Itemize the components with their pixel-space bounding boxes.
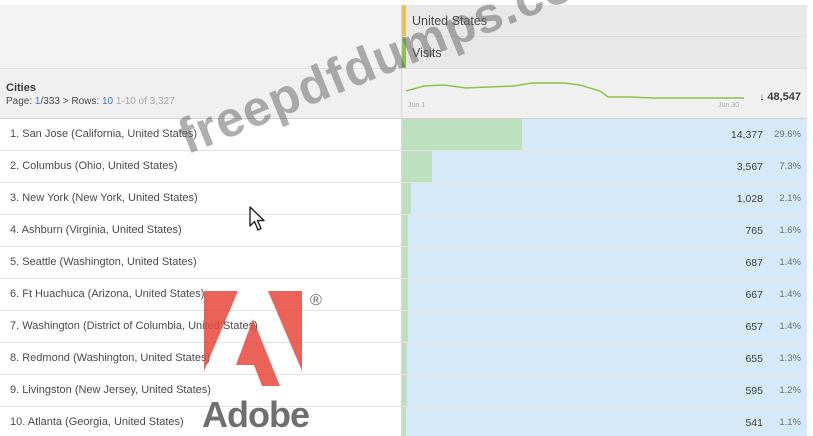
metric-bar bbox=[402, 343, 408, 374]
row-dimension-label[interactable]: 9. Livingston (New Jersey, United States… bbox=[10, 384, 211, 396]
page-prefix: Page: bbox=[6, 96, 33, 107]
dimension-title[interactable]: Cities bbox=[6, 82, 36, 94]
table-row[interactable]: 4. Ashburn (Virginia, United States) 765 1… bbox=[0, 215, 807, 247]
table-row[interactable]: 3. New York (New York, United States) 1,0… bbox=[0, 183, 807, 215]
metric-cell[interactable]: 667 1.4% bbox=[402, 279, 807, 310]
adobe-logo-text: Adobe bbox=[202, 394, 310, 435]
metric-value: 595 bbox=[745, 385, 763, 397]
metric-cell[interactable]: 14,377 29.6% bbox=[402, 119, 807, 150]
visits-sparkline bbox=[405, 82, 744, 99]
row-dimension-label[interactable]: 8. Redmond (Washington, United States) bbox=[10, 352, 210, 364]
row-dimension-label[interactable]: 10. Atlanta (Georgia, United States) bbox=[10, 416, 184, 428]
table-row[interactable]: 5. Seattle (Washington, United States) 68… bbox=[0, 247, 807, 279]
metric-value: 657 bbox=[745, 321, 763, 333]
total-value: 48,547 bbox=[767, 91, 801, 103]
table-row[interactable]: 9. Livingston (New Jersey, United States… bbox=[0, 375, 807, 407]
metric-bar bbox=[402, 375, 407, 406]
metric-value: 1,028 bbox=[736, 193, 763, 205]
metric-percent: 1.2% bbox=[779, 385, 801, 396]
row-dimension-label[interactable]: 3. New York (New York, United States) bbox=[10, 192, 198, 204]
metric-cell[interactable]: 765 1.6% bbox=[402, 215, 807, 246]
sparkline-start-label: Jun 1 bbox=[408, 102, 426, 109]
next-page-arrow[interactable]: > bbox=[63, 96, 69, 107]
metric-cell[interactable]: 687 1.4% bbox=[402, 247, 807, 278]
metric-bar bbox=[402, 119, 522, 150]
metric-percent: 29.6% bbox=[774, 129, 801, 140]
sparkline-end-label: Jun 30 bbox=[718, 102, 740, 109]
table-row[interactable]: 10. Atlanta (Georgia, United States) 541 1… bbox=[0, 407, 807, 436]
page-total: /333 bbox=[40, 96, 60, 107]
metric-cell[interactable]: 595 1.2% bbox=[402, 375, 807, 406]
pagination: Page: 1/333 > Rows: 10 1-10 of 3,327 bbox=[6, 96, 175, 107]
metric-percent: 1.1% bbox=[779, 417, 801, 428]
metric-bar bbox=[402, 151, 432, 182]
row-dimension-label[interactable]: 4. Ashburn (Virginia, United States) bbox=[10, 224, 182, 236]
metric-bar bbox=[402, 407, 407, 436]
sort-descending-icon[interactable]: ↓ bbox=[759, 92, 764, 103]
table-row[interactable]: 8. Redmond (Washington, United States) 65… bbox=[0, 343, 807, 375]
row-dimension-label[interactable]: 5. Seattle (Washington, United States) bbox=[10, 256, 197, 268]
metric-percent: 1.6% bbox=[779, 225, 801, 236]
metric-bar bbox=[402, 247, 408, 278]
rows-per-page[interactable]: 10 bbox=[102, 96, 113, 107]
metric-percent: 1.3% bbox=[779, 353, 801, 364]
metric-percent: 1.4% bbox=[779, 257, 801, 268]
metric-percent: 1.4% bbox=[779, 321, 801, 332]
metric-value: 687 bbox=[745, 257, 763, 269]
metric-bar bbox=[402, 215, 409, 246]
metric-value: 541 bbox=[745, 417, 763, 429]
mouse-pointer-icon bbox=[249, 206, 265, 231]
rows-prefix: Rows: bbox=[71, 96, 100, 107]
metric-bar bbox=[402, 279, 408, 310]
table-row[interactable]: 2. Columbus (Ohio, United States) 3,567 7.… bbox=[0, 151, 807, 183]
row-dimension-label[interactable]: 6. Ft Huachuca (Arizona, United States) bbox=[10, 288, 204, 300]
metric-cell[interactable]: 1,028 2.1% bbox=[402, 183, 807, 214]
row-dimension-label[interactable]: 2. Columbus (Ohio, United States) bbox=[10, 160, 178, 172]
table-row[interactable]: 1. San Jose (California, United States) 1… bbox=[0, 119, 807, 151]
metric-cell[interactable]: 655 1.3% bbox=[402, 343, 807, 374]
registered-mark: ® bbox=[310, 292, 322, 309]
metric-cell[interactable]: 3,567 7.3% bbox=[402, 151, 807, 182]
metric-value: 3,567 bbox=[736, 161, 763, 173]
metric-cell[interactable]: 541 1.1% bbox=[402, 407, 807, 436]
table-row[interactable]: 6. Ft Huachuca (Arizona, United States) 6… bbox=[0, 279, 807, 311]
metric-value: 765 bbox=[745, 225, 763, 237]
table-row[interactable]: 7. Washington (District of Columbia, Uni… bbox=[0, 311, 807, 343]
metric-bar bbox=[402, 183, 411, 214]
metric-value: 14,377 bbox=[730, 129, 763, 141]
metric-percent: 7.3% bbox=[779, 161, 801, 172]
metric-percent: 2.1% bbox=[779, 193, 801, 204]
metric-total: ↓ 48,547 bbox=[759, 91, 801, 103]
row-dimension-label[interactable]: 1. San Jose (California, United States) bbox=[10, 128, 197, 140]
metric-value: 667 bbox=[745, 289, 763, 301]
metric-cell[interactable]: 657 1.4% bbox=[402, 311, 807, 342]
metric-bar bbox=[402, 311, 408, 342]
row-range: 1-10 of 3,327 bbox=[115, 96, 175, 107]
metric-percent: 1.4% bbox=[779, 289, 801, 300]
metric-value: 655 bbox=[745, 353, 763, 365]
